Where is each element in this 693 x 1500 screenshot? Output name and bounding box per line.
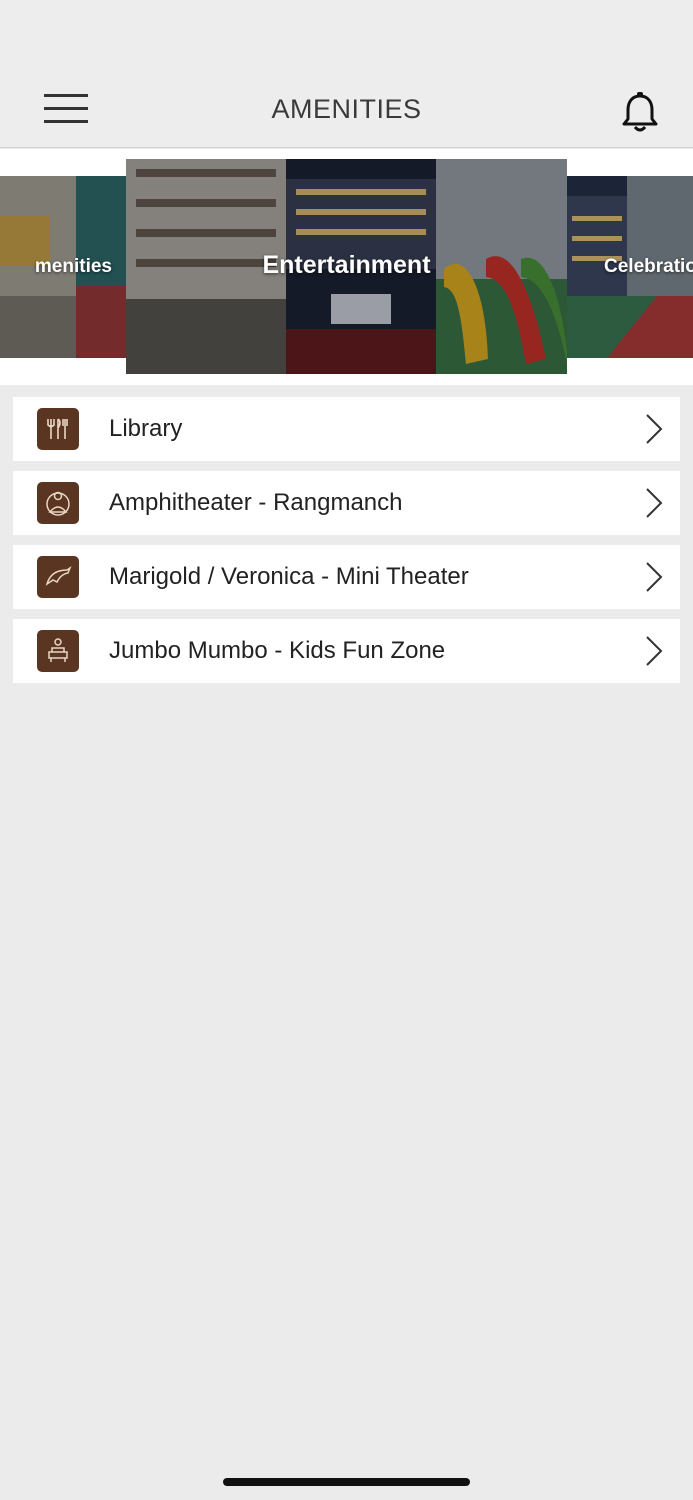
- chevron-right-icon: [646, 562, 663, 592]
- carousel-slide-label: Celebratio: [604, 256, 693, 277]
- spa-chair-icon: [37, 630, 79, 672]
- hamburger-menu-icon[interactable]: [36, 84, 96, 136]
- cutlery-icon: [37, 408, 79, 450]
- list-item-library[interactable]: Library: [13, 397, 680, 461]
- list-item-label: Marigold / Veronica - Mini Theater: [109, 563, 469, 590]
- page-title: AMENITIES: [271, 94, 422, 124]
- bell-icon[interactable]: [614, 88, 666, 136]
- list-item-label: Library: [109, 415, 183, 442]
- carousel-slide-label: menities: [34, 256, 112, 277]
- carousel-slide-label: Entertainment: [262, 251, 431, 279]
- carousel-slide-celebration[interactable]: Celebratio: [567, 176, 693, 358]
- chevron-right-icon: [646, 636, 663, 666]
- chevron-right-icon: [646, 414, 663, 444]
- list-item-mini-theater[interactable]: Marigold / Veronica - Mini Theater: [13, 545, 680, 609]
- list-item-kids-fun-zone[interactable]: Jumbo Mumbo - Kids Fun Zone: [13, 619, 680, 683]
- meditation-icon: [37, 482, 79, 524]
- dolphin-icon: [37, 556, 79, 598]
- home-indicator[interactable]: [223, 1478, 470, 1486]
- carousel-slide-amenities[interactable]: menities: [0, 176, 126, 358]
- list-item-label: Amphitheater - Rangmanch: [109, 489, 403, 516]
- carousel-slide-entertainment[interactable]: Entertainment: [126, 159, 567, 374]
- list-item-amphitheater[interactable]: Amphitheater - Rangmanch: [13, 471, 680, 535]
- app-header: AMENITIES: [0, 60, 693, 148]
- list-item-label: Jumbo Mumbo - Kids Fun Zone: [109, 637, 446, 664]
- status-bar-area: [0, 0, 693, 60]
- category-carousel[interactable]: menities Entertainment Celebratio: [0, 149, 693, 385]
- amenities-list: Library Amphitheater - Rangmanch Marigol…: [13, 397, 680, 693]
- chevron-right-icon: [646, 488, 663, 518]
